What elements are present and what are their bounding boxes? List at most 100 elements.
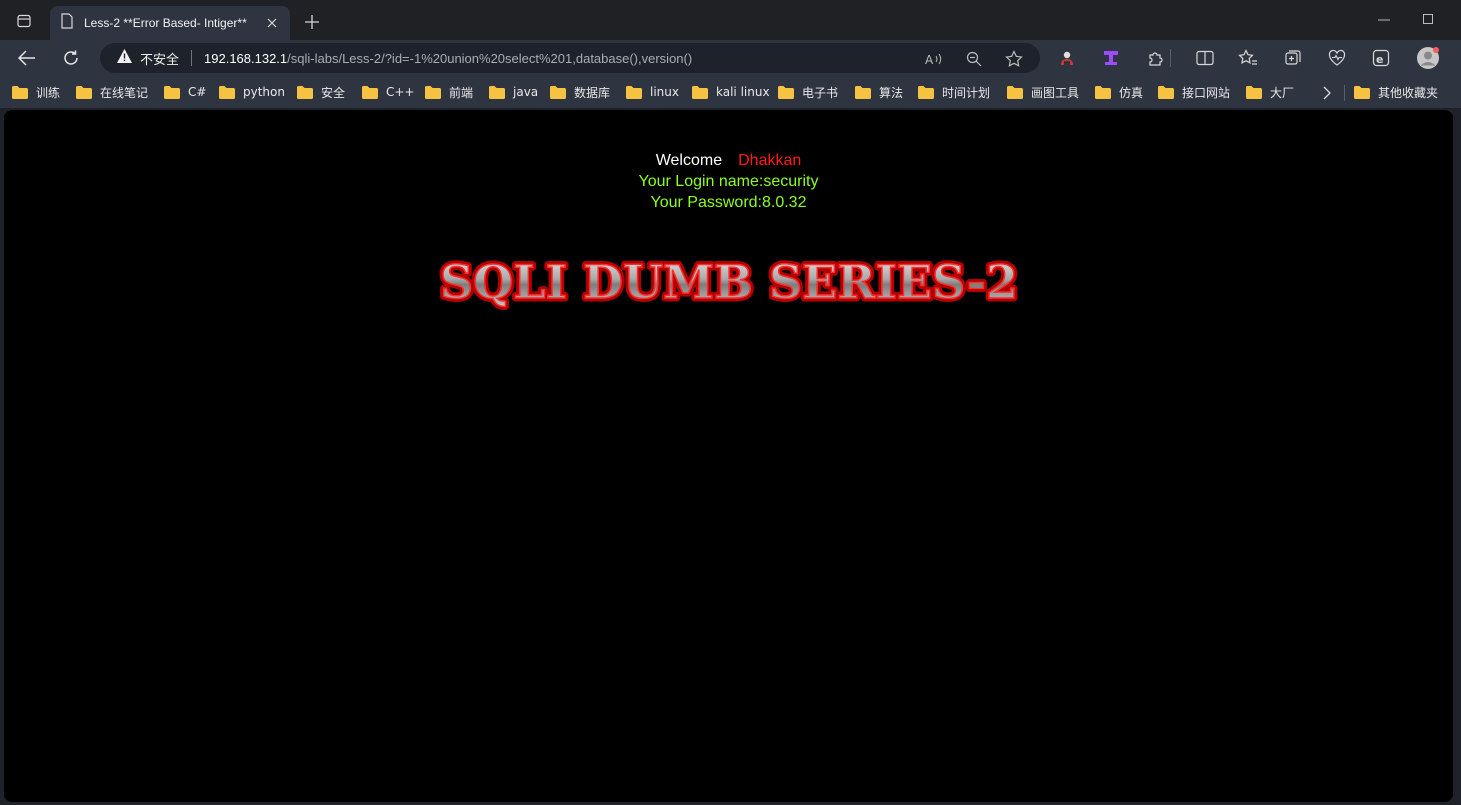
bookmark-folder[interactable]: 接口网站 — [1158, 82, 1230, 102]
other-bookmarks-label: 其他收藏夹 — [1378, 85, 1439, 100]
bookmarks-separator — [1344, 85, 1345, 101]
welcome-text: Welcome — [655, 152, 723, 169]
folder-icon — [425, 85, 441, 99]
bookmark-label: C++ — [386, 85, 415, 99]
bookmark-folder[interactable]: kali linux — [692, 82, 770, 102]
chevron-right-icon[interactable] — [1318, 84, 1336, 102]
extension-purple-icon[interactable] — [1100, 47, 1122, 69]
bookmark-label: 接口网站 — [1182, 85, 1231, 100]
bookmark-label: 电子书 — [802, 85, 839, 100]
other-bookmarks[interactable]: 其他收藏夹 — [1354, 82, 1438, 102]
bookmark-folder[interactable]: 训练 — [12, 82, 60, 102]
bookmark-folder[interactable]: C++ — [362, 82, 415, 102]
svg-text:A: A — [925, 53, 934, 66]
bookmark-label: 时间计划 — [942, 85, 991, 100]
folder-icon — [550, 85, 566, 99]
bookmarks-bar: 训练 在线笔记 C# python 安全 C++ 前端 java 数据库 lin… — [0, 76, 1461, 108]
bookmark-label: 安全 — [321, 85, 346, 100]
bookmark-label: C# — [188, 85, 207, 99]
bookmark-folder[interactable]: 大厂 — [1246, 82, 1294, 102]
bookmark-folder[interactable]: 仿真 — [1095, 82, 1143, 102]
split-screen-icon[interactable] — [1194, 47, 1216, 69]
folder-icon — [297, 85, 313, 99]
bookmark-label: 前端 — [449, 85, 474, 100]
folder-icon — [692, 85, 708, 99]
folder-icon — [855, 85, 871, 99]
banner-title-image: SQLI DUMB SERIES-2 SQLI DUMB SERIES-2 — [436, 252, 1021, 311]
close-icon[interactable] — [264, 15, 280, 31]
bookmark-label: 算法 — [879, 85, 904, 100]
bookmark-label: 画图工具 — [1031, 85, 1080, 100]
minimize-icon[interactable] — [1372, 12, 1396, 28]
svg-text:e: e — [1376, 53, 1383, 66]
favorites-icon[interactable] — [1237, 47, 1259, 69]
bookmark-folder[interactable]: 算法 — [855, 82, 903, 102]
star-icon[interactable] — [1004, 49, 1024, 69]
zoom-out-icon[interactable] — [964, 49, 984, 69]
bookmark-folder[interactable]: java — [489, 82, 538, 102]
bookmark-label: python — [243, 85, 285, 99]
folder-icon — [1095, 85, 1111, 99]
bookmark-folder[interactable]: 电子书 — [778, 82, 838, 102]
security-label[interactable]: 不安全 — [140, 49, 179, 68]
folder-icon — [1158, 85, 1174, 99]
welcome-name: Dhakkan — [738, 152, 802, 169]
bookmark-label: java — [513, 85, 539, 99]
tab-actions-icon[interactable] — [10, 8, 38, 34]
login-name-text: Your Login name:security — [638, 173, 819, 190]
browser-toolbar: 不安全 192.168.132.1/sqli-labs/Less-2/?id=-… — [0, 40, 1461, 76]
banner-text: SQLI DUMB SERIES-2 — [440, 255, 1018, 309]
toolbar-separator — [1170, 49, 1171, 67]
folder-icon — [918, 85, 934, 99]
url-host: 192.168.132.1 — [204, 50, 288, 66]
folder-icon — [219, 85, 235, 99]
bookmark-folder[interactable]: 前端 — [425, 82, 473, 102]
read-aloud-icon[interactable]: A — [924, 49, 944, 69]
folder-icon — [76, 85, 92, 99]
folder-icon — [1007, 85, 1023, 99]
avatar-icon[interactable] — [1415, 45, 1441, 71]
bookmark-folder[interactable]: 画图工具 — [1007, 82, 1079, 102]
folder-icon — [362, 85, 378, 99]
password-text: Your Password:8.0.32 — [650, 194, 807, 211]
welcome-line: Welcome Dhakkan — [4, 150, 1453, 171]
tab-strip: Less-2 **Error Based- Intiger** — [0, 0, 1461, 40]
back-arrow-icon[interactable] — [13, 44, 41, 72]
bookmark-label: 数据库 — [574, 85, 611, 100]
refresh-icon[interactable] — [57, 44, 85, 72]
page-viewport: Welcome Dhakkan Your Login name:security … — [4, 110, 1453, 802]
bookmark-label: 训练 — [36, 85, 61, 100]
collections-icon[interactable] — [1282, 47, 1304, 69]
bookmark-folder[interactable]: linux — [626, 82, 679, 102]
bookmark-folder[interactable]: 时间计划 — [918, 82, 990, 102]
ie-mode-icon[interactable]: e — [1370, 47, 1392, 69]
puzzle-icon[interactable] — [1145, 47, 1167, 69]
folder-icon — [489, 85, 505, 99]
bookmark-label: 大厂 — [1270, 85, 1295, 100]
page-icon — [60, 12, 74, 34]
folder-icon — [164, 85, 180, 99]
bookmark-folder[interactable]: 数据库 — [550, 82, 610, 102]
heartbeat-icon[interactable] — [1326, 47, 1348, 69]
bookmark-folder[interactable]: 安全 — [297, 82, 345, 102]
bookmark-label: 仿真 — [1119, 85, 1144, 100]
extension-icon[interactable] — [1056, 47, 1078, 69]
bookmark-folder[interactable]: python — [219, 82, 285, 102]
bookmark-folder[interactable]: 在线笔记 — [76, 82, 148, 102]
bookmark-folder[interactable]: C# — [164, 82, 206, 102]
folder-icon — [1246, 85, 1262, 99]
warning-icon[interactable] — [116, 48, 133, 69]
address-bar[interactable]: 不安全 192.168.132.1/sqli-labs/Less-2/?id=-… — [100, 43, 1040, 73]
bookmark-label: kali linux — [716, 85, 770, 99]
folder-icon — [778, 85, 794, 99]
folder-icon — [626, 85, 642, 99]
url-path: /sqli-labs/Less-2/?id=-1%20union%20selec… — [287, 50, 693, 66]
bookmark-label: linux — [650, 85, 679, 99]
address-separator — [191, 50, 193, 66]
active-tab[interactable]: Less-2 **Error Based- Intiger** — [50, 6, 290, 40]
tab-title: Less-2 **Error Based- Intiger** — [84, 16, 247, 30]
maximize-icon[interactable] — [1416, 10, 1440, 28]
folder-icon — [12, 85, 28, 99]
bookmark-label: 在线笔记 — [100, 85, 149, 100]
plus-icon[interactable] — [300, 10, 324, 34]
